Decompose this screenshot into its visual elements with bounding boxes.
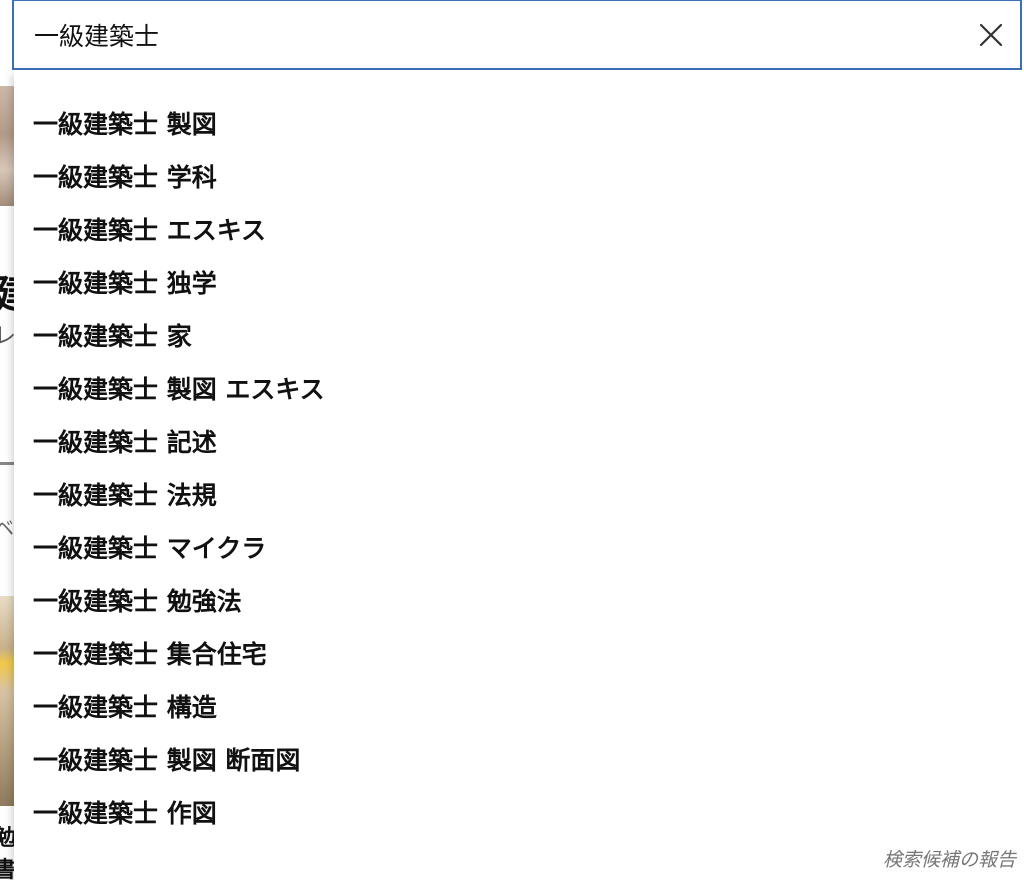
clear-search-button[interactable] xyxy=(976,20,1006,50)
suggestion-item[interactable]: 一級建築士 法規 xyxy=(14,469,1024,522)
suggestion-item[interactable]: 一級建築士 独学 xyxy=(14,257,1024,310)
suggestion-item[interactable]: 一級建築士 作図 xyxy=(14,787,1024,840)
search-input[interactable] xyxy=(34,15,934,55)
search-box xyxy=(12,0,1022,70)
suggestion-item[interactable]: 一級建築士 製図 xyxy=(14,98,1024,151)
suggestion-item[interactable]: 一級建築士 勉強法 xyxy=(14,575,1024,628)
background-thumbnail[interactable] xyxy=(0,86,14,206)
close-icon xyxy=(979,23,1003,47)
page: 建 レ ベ 勉 書 一級建築士 製図 一級建築士 学科 一級建築士 エスキス 一… xyxy=(0,0,1024,880)
report-suggestions-link[interactable]: 検索候補の報告 xyxy=(883,845,1016,872)
suggestion-item[interactable]: 一級建築士 構造 xyxy=(14,681,1024,734)
suggestion-item[interactable]: 一級建築士 マイクラ xyxy=(14,522,1024,575)
background-text-fragment: ベ xyxy=(0,516,14,540)
suggestion-item[interactable]: 一級建築士 エスキス xyxy=(14,204,1024,257)
suggestion-item[interactable]: 一級建築士 学科 xyxy=(14,151,1024,204)
suggestion-item[interactable]: 一級建築士 製図 エスキス xyxy=(14,363,1024,416)
background-thumbnail[interactable] xyxy=(0,596,14,806)
background-divider xyxy=(0,462,14,465)
suggestion-item[interactable]: 一級建築士 集合住宅 xyxy=(14,628,1024,681)
suggestion-item[interactable]: 一級建築士 製図 断面図 xyxy=(14,734,1024,787)
search-suggestions-dropdown: 一級建築士 製図 一級建築士 学科 一級建築士 エスキス 一級建築士 独学 一級… xyxy=(14,70,1024,880)
suggestion-item[interactable]: 一級建築士 家 xyxy=(14,310,1024,363)
suggestion-list: 一級建築士 製図 一級建築士 学科 一級建築士 エスキス 一級建築士 独学 一級… xyxy=(14,98,1024,840)
suggestion-item[interactable]: 一級建築士 記述 xyxy=(14,416,1024,469)
